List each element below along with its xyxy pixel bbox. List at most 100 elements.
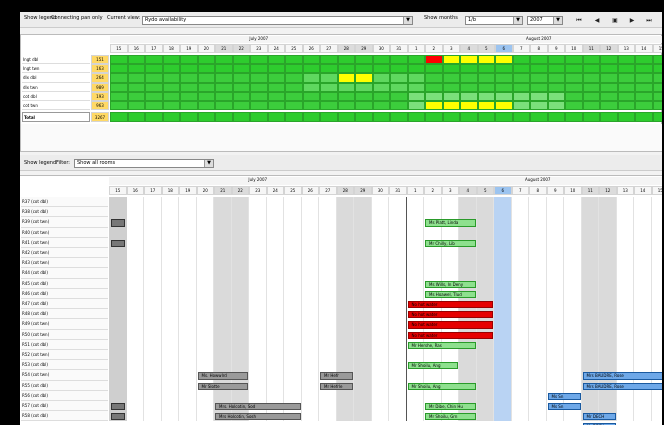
availability-cell[interactable] — [145, 55, 163, 65]
availability-cell[interactable] — [250, 101, 268, 111]
availability-cell[interactable] — [600, 64, 618, 74]
availability-cell[interactable] — [547, 55, 565, 65]
availability-cell[interactable] — [565, 101, 583, 111]
day-column[interactable] — [494, 197, 512, 422]
availability-cell[interactable] — [582, 55, 600, 65]
out-of-order-bar[interactable]: No hot water — [407, 331, 493, 339]
availability-cell[interactable] — [127, 91, 145, 101]
booking-bar[interactable]: Mr Hershe, Ras — [407, 341, 476, 349]
availability-cell[interactable] — [530, 64, 548, 74]
availability-cell[interactable] — [547, 64, 565, 74]
room-row-label[interactable]: R51 (cot dbl) — [21, 339, 108, 350]
availability-cell[interactable] — [512, 82, 530, 92]
blocked-marker[interactable] — [111, 403, 125, 411]
total-cell[interactable] — [250, 112, 268, 123]
availability-cell[interactable] — [197, 73, 215, 83]
availability-cell[interactable] — [530, 101, 548, 111]
availability-cell[interactable] — [250, 55, 268, 65]
total-cell[interactable] — [355, 112, 373, 123]
day-column[interactable] — [476, 197, 494, 422]
availability-cell[interactable] — [302, 73, 320, 83]
availability-cell[interactable] — [355, 73, 373, 83]
availability-cell[interactable] — [162, 82, 180, 92]
blocked-marker[interactable] — [111, 239, 125, 247]
availability-cell[interactable] — [442, 101, 460, 111]
availability-cell[interactable] — [477, 73, 495, 83]
availability-cell[interactable] — [302, 64, 320, 74]
availability-cell[interactable] — [460, 55, 478, 65]
booking-bar[interactable]: Mrs Holcotin, Sosh — [215, 413, 301, 421]
availability-cell[interactable] — [460, 101, 478, 111]
total-cell[interactable] — [215, 112, 233, 123]
availability-cell[interactable] — [407, 55, 425, 65]
availability-cell[interactable] — [215, 82, 233, 92]
total-cell[interactable] — [565, 112, 583, 123]
booking-bar[interactable]: Mrs. Holcotin, Sod — [215, 403, 301, 411]
total-cell[interactable] — [372, 112, 390, 123]
availability-cell[interactable] — [127, 64, 145, 74]
availability-cell[interactable] — [250, 82, 268, 92]
availability-cell[interactable] — [425, 64, 443, 74]
booking-bar[interactable]: Mr DECH — [582, 413, 616, 421]
availability-cell[interactable] — [320, 55, 338, 65]
availability-cell[interactable] — [512, 73, 530, 83]
availability-cell[interactable] — [372, 73, 390, 83]
filter-select[interactable]: Show all rooms ▼ — [74, 159, 214, 168]
booking-bar[interactable]: Mr Shoilu, Grn — [425, 413, 476, 421]
availability-cell[interactable] — [337, 73, 355, 83]
total-cell[interactable] — [180, 112, 198, 123]
availability-cell[interactable] — [355, 101, 373, 111]
total-cell[interactable] — [582, 112, 600, 123]
availability-cell[interactable] — [547, 82, 565, 92]
availability-cell[interactable] — [407, 91, 425, 101]
availability-cell[interactable] — [337, 55, 355, 65]
availability-cell[interactable] — [215, 91, 233, 101]
total-cell[interactable] — [390, 112, 408, 123]
total-cell[interactable] — [302, 112, 320, 123]
availability-cell[interactable] — [145, 64, 163, 74]
availability-cell[interactable] — [652, 82, 662, 92]
availability-cell[interactable] — [285, 91, 303, 101]
availability-cell[interactable] — [110, 73, 128, 83]
availability-cell[interactable] — [652, 55, 662, 65]
availability-cell[interactable] — [267, 64, 285, 74]
availability-cell[interactable] — [442, 82, 460, 92]
total-cell[interactable] — [337, 112, 355, 123]
year-select[interactable]: 2007 ▼ — [527, 16, 563, 25]
availability-cell[interactable] — [617, 64, 635, 74]
day-column[interactable] — [126, 197, 144, 422]
total-cell[interactable] — [407, 112, 425, 123]
availability-cell[interactable] — [232, 64, 250, 74]
availability-cell[interactable] — [565, 73, 583, 83]
availability-cell[interactable] — [512, 55, 530, 65]
availability-cell[interactable] — [600, 73, 618, 83]
availability-cell[interactable] — [110, 82, 128, 92]
availability-cell[interactable] — [162, 91, 180, 101]
availability-cell[interactable] — [460, 64, 478, 74]
availability-cell[interactable] — [197, 82, 215, 92]
availability-cell[interactable] — [425, 91, 443, 101]
booking-bar[interactable]: Ms Sn — [547, 392, 581, 400]
availability-cell[interactable] — [320, 91, 338, 101]
availability-cell[interactable] — [110, 55, 128, 65]
availability-cell[interactable] — [565, 64, 583, 74]
availability-cell[interactable] — [582, 64, 600, 74]
availability-cell[interactable] — [390, 55, 408, 65]
availability-cell[interactable] — [460, 82, 478, 92]
availability-cell[interactable] — [477, 91, 495, 101]
availability-cell[interactable] — [162, 55, 180, 65]
availability-cell[interactable] — [565, 55, 583, 65]
availability-cell[interactable] — [425, 55, 443, 65]
availability-cell[interactable] — [477, 82, 495, 92]
total-cell[interactable] — [425, 112, 443, 123]
room-row-label[interactable]: R56 (cot dbl) — [21, 390, 108, 401]
availability-cell[interactable] — [495, 101, 513, 111]
availability-cell[interactable] — [390, 101, 408, 111]
availability-cell[interactable] — [302, 91, 320, 101]
total-cell[interactable] — [635, 112, 653, 123]
availability-cell[interactable] — [162, 73, 180, 83]
availability-cell[interactable] — [355, 82, 373, 92]
availability-cell[interactable] — [635, 73, 653, 83]
total-cell[interactable] — [530, 112, 548, 123]
room-row-label[interactable]: R57 (cot dbl) — [21, 401, 108, 412]
